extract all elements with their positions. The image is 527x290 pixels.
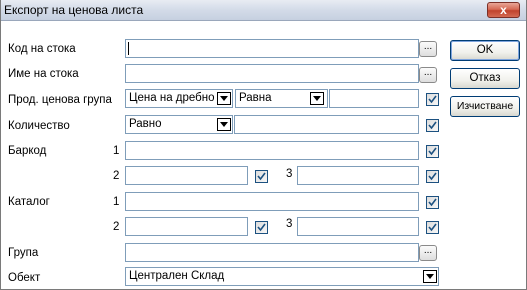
catalog-label: Каталог <box>8 196 50 208</box>
object-value: Централен Склад <box>129 270 225 282</box>
object-select[interactable]: Централен Склад <box>125 267 439 286</box>
group-browse-button[interactable]: ... <box>419 245 437 261</box>
barcode-2-checkbox[interactable] <box>255 170 268 183</box>
catalog-index-2: 2 <box>113 221 120 233</box>
price-group-checkbox[interactable] <box>426 93 439 106</box>
catalog-1-checkbox[interactable] <box>426 196 439 209</box>
close-icon: x <box>500 3 507 17</box>
catalog-3-checkbox[interactable] <box>426 221 439 234</box>
price-operator-value: Равна <box>239 92 272 104</box>
ellipsis-icon: ... <box>423 41 433 52</box>
barcode-2-input[interactable] <box>125 166 248 185</box>
object-label: Обект <box>8 272 41 284</box>
chevron-down-icon[interactable] <box>217 118 231 131</box>
quantity-label: Количество <box>8 120 70 132</box>
chevron-down-icon[interactable] <box>217 92 231 105</box>
name-input[interactable] <box>125 64 419 83</box>
catalog-index-3: 3 <box>286 218 293 230</box>
barcode-label: Баркод <box>8 145 47 157</box>
group-label: Група <box>8 247 39 259</box>
barcode-1-input[interactable] <box>125 141 419 160</box>
price-value-input[interactable] <box>329 89 419 108</box>
code-input[interactable] <box>125 39 419 58</box>
ellipsis-icon: ... <box>423 67 433 78</box>
catalog-3-input[interactable] <box>297 217 419 236</box>
code-label: Код на стока <box>8 43 76 55</box>
barcode-index-2: 2 <box>113 170 120 182</box>
chevron-down-icon[interactable] <box>423 270 437 283</box>
catalog-2-checkbox[interactable] <box>255 221 268 234</box>
barcode-1-checkbox[interactable] <box>426 145 439 158</box>
catalog-index-1: 1 <box>113 196 120 208</box>
chevron-down-icon[interactable] <box>310 92 324 105</box>
text-caret <box>128 42 129 55</box>
price-group-label: Прод. ценова група <box>8 94 112 106</box>
price-group-select[interactable]: Цена на дребно <box>125 89 233 108</box>
barcode-index-1: 1 <box>113 145 120 157</box>
clear-button[interactable]: Изчистване <box>450 96 520 117</box>
price-group-value: Цена на дребно <box>129 92 215 104</box>
catalog-2-input[interactable] <box>125 217 248 236</box>
export-price-list-dialog: Експорт на ценова листа x Код на стока .… <box>0 0 527 290</box>
catalog-1-input[interactable] <box>125 192 419 211</box>
name-label: Име на стока <box>8 68 79 80</box>
window-title: Експорт на ценова листа <box>4 3 144 17</box>
price-operator-select[interactable]: Равна <box>235 89 328 108</box>
ellipsis-icon: ... <box>423 245 433 256</box>
name-browse-button[interactable]: ... <box>419 67 437 83</box>
ok-button[interactable]: OK <box>450 40 520 61</box>
barcode-3-input[interactable] <box>297 166 419 185</box>
group-input[interactable] <box>125 243 419 262</box>
cancel-button[interactable]: Отказ <box>450 68 520 89</box>
code-browse-button[interactable]: ... <box>419 41 437 57</box>
quantity-input[interactable] <box>234 115 419 134</box>
barcode-index-3: 3 <box>286 168 293 180</box>
quantity-operator-value: Равно <box>129 118 162 130</box>
quantity-operator-select[interactable]: Равно <box>125 115 233 134</box>
barcode-3-checkbox[interactable] <box>426 170 439 183</box>
close-button[interactable]: x <box>487 2 520 18</box>
quantity-checkbox[interactable] <box>426 119 439 132</box>
title-bar: Експорт на ценова листа x <box>1 0 526 21</box>
